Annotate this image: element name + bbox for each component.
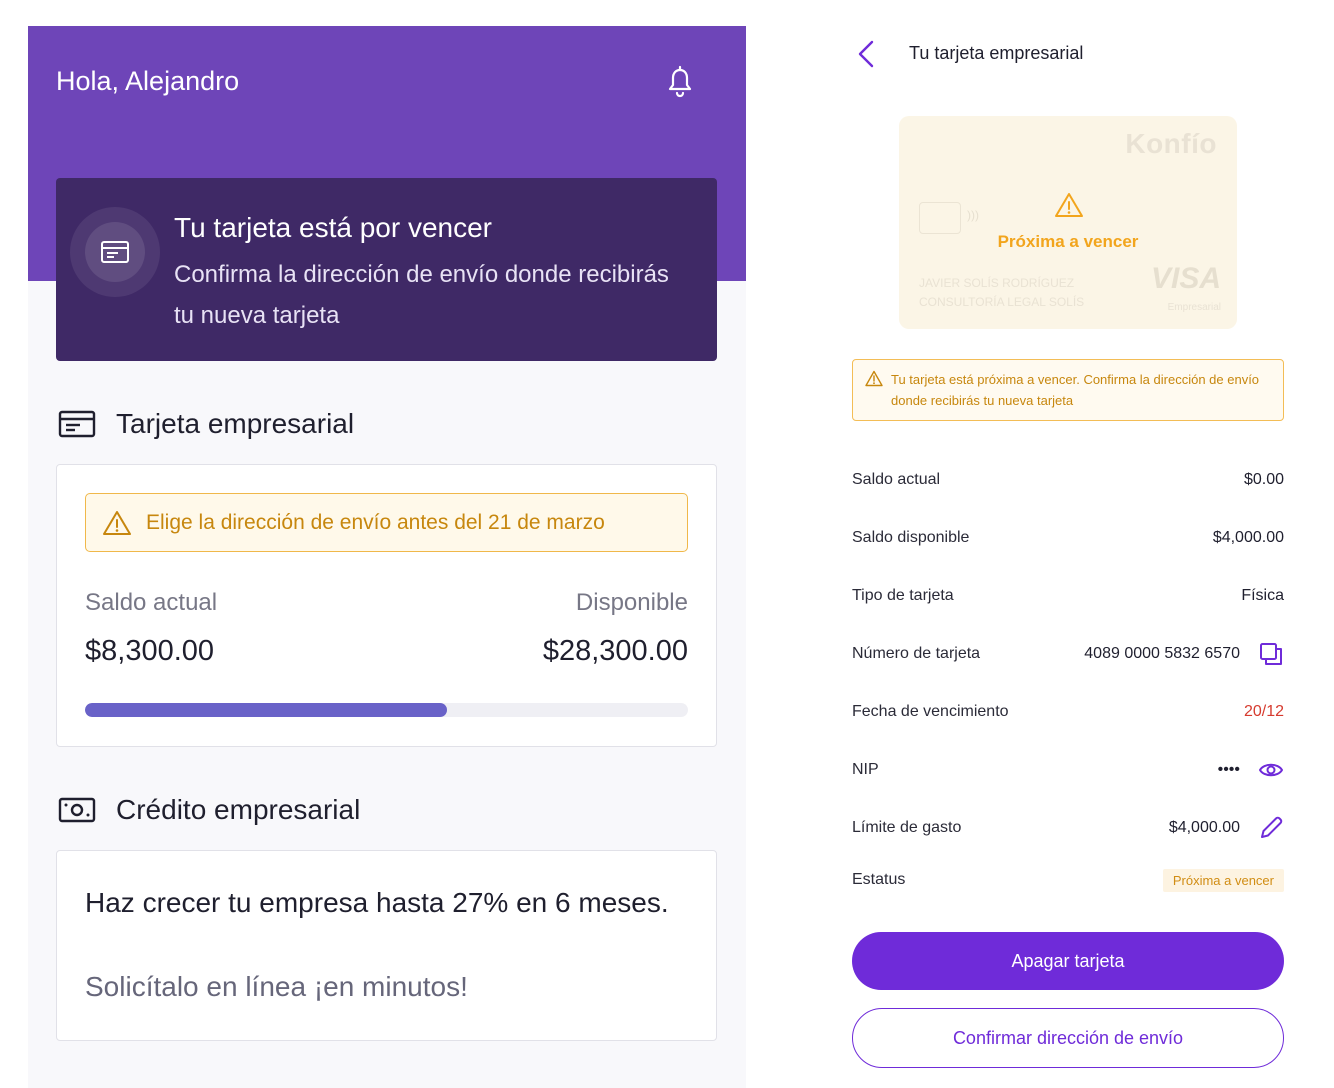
- detail-row-pin: NIP ••••: [852, 755, 1284, 785]
- balance-progress-fill: [85, 703, 447, 717]
- card-holder: JAVIER SOLÍS RODRÍGUEZ CONSULTORÍA LEGAL…: [919, 274, 1084, 312]
- detail-row-available-balance: Saldo disponible $4,000.00: [852, 523, 1284, 553]
- credit-headline: Haz crecer tu empresa hasta 27% en 6 mes…: [85, 887, 669, 918]
- pin-masked-value: ••••: [1217, 761, 1240, 778]
- page-title: Tu tarjeta empresarial: [909, 43, 1084, 63]
- card-preview: Konfío ))) Próxima a vencer JAVIER SOLÍS…: [899, 116, 1237, 329]
- visa-subtitle: Empresarial: [1167, 302, 1221, 313]
- status-badge: Próxima a vencer: [1162, 868, 1284, 892]
- detail-row-spending-limit: Límite de gasto $4,000.00: [852, 813, 1284, 843]
- row-value: $4,000.00: [1212, 529, 1284, 546]
- warning-icon: [865, 370, 883, 387]
- contactless-icon: ))): [967, 208, 979, 222]
- card-state-label: Próxima a vencer: [997, 232, 1139, 251]
- credit-subtext: Solicítalo en línea ¡en minutos!: [85, 971, 468, 1002]
- card-section-title: Tarjeta empresarial: [116, 408, 355, 439]
- row-label: Tipo de tarjeta: [852, 587, 954, 604]
- card-section-header: Tarjeta empresarial: [58, 408, 354, 440]
- credit-section-header: Crédito empresarial: [58, 794, 360, 826]
- balance-progress-bar: [85, 703, 688, 717]
- detail-row-card-type: Tipo de tarjeta Física: [852, 581, 1284, 611]
- row-value: $0.00: [1243, 471, 1284, 488]
- home-screen: Hola, Alejandro Tu tarjeta está por venc…: [28, 26, 746, 1088]
- row-label: Estatus: [852, 871, 906, 888]
- greeting-text: Hola, Alejandro: [56, 66, 240, 96]
- row-value: Física: [1241, 587, 1284, 604]
- card-company-name: CONSULTORÍA LEGAL SOLÍS: [919, 295, 1085, 309]
- expiry-date-value: 20/12: [1243, 703, 1284, 720]
- pencil-icon[interactable]: [1258, 815, 1284, 841]
- row-label: Número de tarjeta: [852, 645, 981, 662]
- business-card-summary[interactable]: Elige la dirección de envío antes del 21…: [56, 464, 717, 747]
- banner-icon-circle: [70, 207, 160, 297]
- available-label: Disponible: [575, 589, 688, 616]
- card-expiry-banner[interactable]: Tu tarjeta está por vencer Confirma la d…: [56, 178, 717, 361]
- detail-row-expiry-date: Fecha de vencimiento 20/12: [852, 697, 1284, 727]
- card-brand-logo: Konfío: [1125, 128, 1217, 159]
- eye-icon[interactable]: [1258, 757, 1284, 783]
- detail-row-status: Estatus Próxima a vencer: [852, 865, 1284, 895]
- chevron-left-icon[interactable]: [852, 38, 882, 70]
- card-icon: [85, 222, 145, 282]
- warning-icon: [1054, 191, 1084, 219]
- card-chip: [919, 202, 961, 234]
- row-value-wrap: 4089 0000 5832 6570: [1084, 641, 1284, 667]
- warning-text: Elige la dirección de envío antes del 21…: [146, 510, 605, 534]
- row-value-wrap: $4,000.00: [1169, 815, 1284, 841]
- money-icon: [58, 795, 98, 825]
- detail-row-current-balance: Saldo actual $0.00: [852, 465, 1284, 495]
- confirm-shipping-address-button[interactable]: Confirmar dirección de envío: [852, 1008, 1284, 1068]
- copy-icon[interactable]: [1258, 641, 1284, 667]
- row-label: NIP: [852, 761, 879, 778]
- row-label: Saldo disponible: [852, 529, 970, 546]
- detail-row-card-number: Número de tarjeta 4089 0000 5832 6570: [852, 639, 1284, 669]
- row-label: Fecha de vencimiento: [852, 703, 1009, 720]
- expiry-warning-box: Tu tarjeta está próxima a vencer. Confir…: [852, 359, 1284, 421]
- current-balance-label: Saldo actual: [85, 589, 218, 616]
- available-value: $28,300.00: [542, 635, 688, 667]
- current-balance-value: $8,300.00: [85, 635, 215, 667]
- card-icon: [58, 409, 98, 439]
- credit-section-title: Crédito empresarial: [116, 794, 361, 825]
- credit-offer-card[interactable]: Haz crecer tu empresa hasta 27% en 6 mes…: [56, 850, 717, 1041]
- spending-limit-value: $4,000.00: [1168, 819, 1240, 836]
- bell-icon[interactable]: [660, 62, 700, 102]
- warning-icon: [102, 509, 132, 537]
- row-value-wrap: ••••: [1218, 757, 1284, 783]
- card-holder-name: JAVIER SOLÍS RODRÍGUEZ: [919, 276, 1075, 290]
- row-label: Límite de gasto: [852, 819, 962, 836]
- shipping-deadline-warning: Elige la dirección de envío antes del 21…: [85, 493, 688, 552]
- banner-title: Tu tarjeta está por vencer: [174, 212, 493, 243]
- visa-logo: VISA: [1150, 262, 1221, 295]
- row-label: Saldo actual: [852, 471, 941, 488]
- card-number-value: 4089 0000 5832 6570: [1084, 645, 1240, 662]
- expiry-warning-text: Tu tarjeta está próxima a vencer. Confir…: [891, 372, 1260, 408]
- banner-text: Confirma la dirección de envío donde rec…: [174, 261, 669, 329]
- turn-off-card-button[interactable]: Apagar tarjeta: [852, 932, 1284, 990]
